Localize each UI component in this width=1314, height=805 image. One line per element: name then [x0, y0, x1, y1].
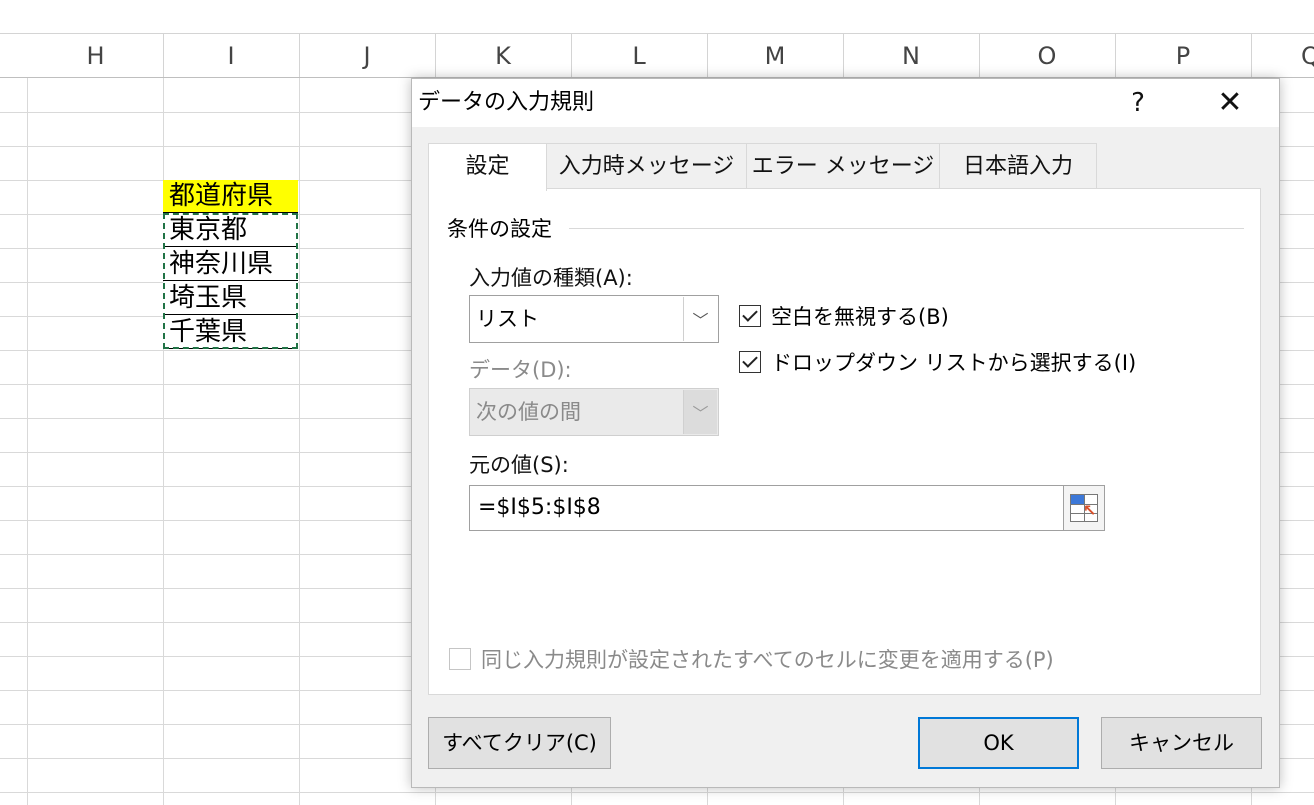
- grid-line: [27, 78, 28, 805]
- formula-area: [0, 0, 1314, 34]
- column-header-m[interactable]: M: [707, 34, 844, 77]
- cell-i5[interactable]: 東京都: [163, 214, 298, 247]
- tab-settings[interactable]: 設定: [428, 143, 547, 191]
- close-icon: ✕: [1217, 85, 1243, 120]
- chevron-down-icon: ﹀: [683, 390, 717, 434]
- source-input[interactable]: =$I$5:$I$8: [469, 485, 1065, 531]
- column-header-p[interactable]: P: [1115, 34, 1252, 77]
- source-label: 元の値(S):: [469, 453, 569, 477]
- column-header-l[interactable]: L: [571, 34, 708, 77]
- data-select: 次の値の間 ﹀: [469, 388, 719, 436]
- cell-i6[interactable]: 神奈川県: [163, 248, 298, 281]
- column-header-i[interactable]: I: [163, 34, 300, 77]
- group-divider: [569, 228, 1244, 229]
- allow-label: 入力値の種類(A):: [469, 266, 633, 290]
- cell-i8[interactable]: 千葉県: [163, 316, 298, 349]
- checkbox-icon: [449, 648, 471, 670]
- column-header-j[interactable]: J: [299, 34, 436, 77]
- column-header-n[interactable]: N: [843, 34, 980, 77]
- data-label: データ(D):: [469, 358, 572, 382]
- group-label: 条件の設定: [447, 213, 558, 243]
- grid-line: [299, 78, 300, 805]
- column-header-q[interactable]: Q: [1251, 34, 1314, 77]
- settings-panel: 条件の設定 入力値の種類(A): リスト ﹀ データ(D): 次の値の間 ﹀ 空…: [428, 188, 1261, 695]
- apply-all-checkbox: 同じ入力規則が設定されたすべてのセルに変更を適用する(P): [449, 644, 1054, 674]
- column-header-h[interactable]: H: [28, 34, 164, 77]
- grid-line: [0, 792, 1314, 793]
- data-validation-dialog: データの入力規則 ? ✕ 設定 入力時メッセージ エラー メッセージ 日本語入力…: [411, 78, 1280, 788]
- range-selector-button[interactable]: ↖: [1063, 485, 1105, 531]
- cancel-button[interactable]: キャンセル: [1101, 717, 1262, 769]
- cell-i4-header[interactable]: 都道府県: [163, 180, 298, 213]
- dialog-titlebar[interactable]: データの入力規則 ? ✕: [412, 79, 1279, 127]
- allow-select-value: リスト: [476, 307, 539, 331]
- tab-ime-mode[interactable]: 日本語入力: [939, 143, 1097, 189]
- column-header-o[interactable]: O: [979, 34, 1116, 77]
- dialog-title: データの入力規則: [418, 90, 595, 115]
- chevron-down-icon[interactable]: ﹀: [683, 297, 717, 341]
- clear-all-button[interactable]: すべてクリア(C): [428, 717, 611, 769]
- close-button[interactable]: ✕: [1200, 79, 1260, 127]
- column-header-row: H I J K L M N O P Q: [0, 34, 1314, 78]
- ok-button[interactable]: OK: [918, 717, 1079, 769]
- data-select-value: 次の値の間: [476, 400, 581, 424]
- in-cell-dropdown-checkbox[interactable]: ドロップダウン リストから選択する(I): [739, 347, 1136, 377]
- in-cell-dropdown-label: ドロップダウン リストから選択する(I): [771, 351, 1137, 375]
- cell-i7[interactable]: 埼玉県: [163, 282, 298, 315]
- apply-all-label: 同じ入力規則が設定されたすべてのセルに変更を適用する(P): [481, 648, 1054, 672]
- allow-select[interactable]: リスト ﹀: [469, 295, 719, 343]
- tab-error-alert[interactable]: エラー メッセージ: [746, 143, 940, 189]
- ignore-blank-checkbox[interactable]: 空白を無視する(B): [739, 301, 949, 331]
- ignore-blank-label: 空白を無視する(B): [771, 305, 949, 329]
- range-selector-icon: ↖: [1070, 494, 1098, 522]
- help-button[interactable]: ?: [1108, 79, 1168, 127]
- checkbox-icon[interactable]: [739, 351, 761, 373]
- column-header-k[interactable]: K: [435, 34, 572, 77]
- tab-input-message[interactable]: 入力時メッセージ: [546, 143, 747, 189]
- checkbox-icon[interactable]: [739, 305, 761, 327]
